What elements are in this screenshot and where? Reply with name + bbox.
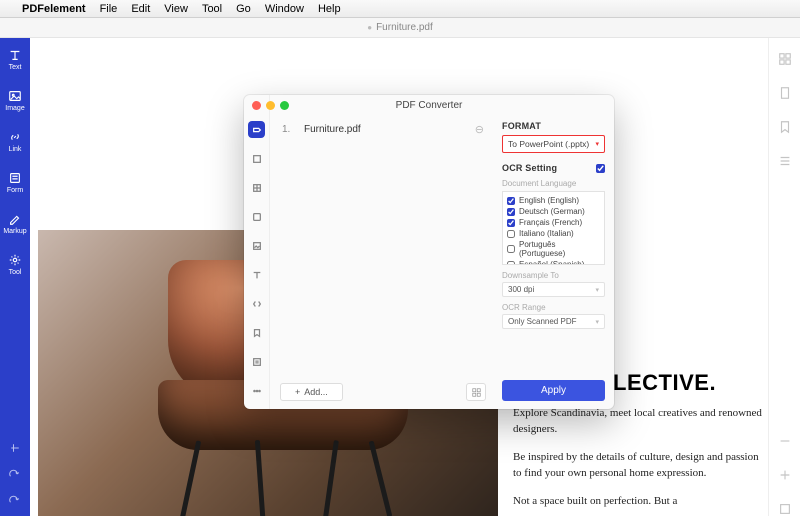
add-file-button[interactable]: +Add... [280,383,343,401]
undo-icon[interactable] [9,468,21,480]
downsample-label: Downsample To [502,271,605,280]
plus-icon[interactable] [778,468,792,482]
ocr-header: OCR Setting [502,163,557,173]
body-para-1: Explore Scandinavia, meet local creative… [513,406,763,438]
menu-tool[interactable]: Tool [202,3,222,15]
format-select[interactable]: To PowerPoint (.pptx) ▾ [502,135,605,153]
tool-markup[interactable]: Markup [3,212,26,235]
side-tab-text[interactable] [248,266,265,283]
chevron-down-icon: ▾ [595,140,599,148]
file-list-panel: 1. Furniture.pdf ⊖ +Add... [270,95,496,409]
file-index: 1. [282,124,294,135]
grid-view-button[interactable] [466,383,486,401]
downsample-select[interactable]: 300 dpi▾ [502,282,605,297]
side-tab-image[interactable] [248,237,265,254]
body-para-3: Not a space built on perfection. But a [513,494,763,510]
right-rail [768,38,800,516]
menu-help[interactable]: Help [318,3,341,15]
lang-check[interactable] [507,230,515,238]
tool-image[interactable]: Image [5,89,24,112]
file-row[interactable]: 1. Furniture.pdf ⊖ [280,121,486,138]
lang-check[interactable] [507,245,515,253]
remove-file-icon[interactable]: ⊖ [475,123,484,136]
unsaved-dot-icon: ● [367,23,372,32]
doclang-label: Document Language [502,179,605,188]
ocrrange-label: OCR Range [502,303,605,312]
page-icon[interactable] [778,86,792,100]
sidebar-collapse-icon[interactable] [9,442,21,454]
format-header: FORMAT [502,121,605,131]
thumbnails-icon[interactable] [778,52,792,66]
document-canvas[interactable]: ED BY THE COLLECTIVE. Explore Scandinavi… [30,38,768,516]
side-tab-rtf[interactable] [248,353,265,370]
chevron-down-icon: ▾ [595,318,599,326]
ocrrange-select[interactable]: Only Scanned PDF▾ [502,314,605,329]
plus-icon: + [295,387,300,397]
lang-item: Español (Spanish) [507,259,600,265]
language-list[interactable]: English (English) Deutsch (German) Franç… [502,191,605,265]
body-para-2: Be inspired by the details of culture, d… [513,450,763,482]
fit-icon[interactable] [778,502,792,516]
document-tab[interactable]: ● Furniture.pdf [0,18,800,38]
tool-form[interactable]: Form [7,171,23,194]
menu-file[interactable]: File [100,3,118,15]
tool-tool[interactable]: Tool [8,253,22,276]
side-tab-word[interactable] [248,150,265,167]
apply-button[interactable]: Apply [502,380,605,401]
lang-item: Français (French) [507,217,600,228]
lang-item: Português (Portuguese) [507,239,600,259]
list-icon[interactable] [778,154,792,168]
tool-link[interactable]: Link [8,130,22,153]
document-tab-label: Furniture.pdf [376,22,433,33]
converter-settings-panel: FORMAT To PowerPoint (.pptx) ▾ OCR Setti… [496,95,614,409]
side-tab-excel[interactable] [248,179,265,196]
side-tab-convert[interactable] [248,121,265,138]
lang-check[interactable] [507,261,515,266]
ocr-toggle[interactable] [596,164,605,173]
tool-text[interactable]: Text [8,48,22,71]
left-toolbar: Text Image Link Form Markup Tool [0,38,30,516]
lang-check[interactable] [507,208,515,216]
lang-check[interactable] [507,219,515,227]
converter-side-tabs [244,95,270,409]
redo-icon[interactable] [9,494,21,506]
lang-item: English (English) [507,195,600,206]
chevron-down-icon: ▾ [595,286,599,294]
menu-go[interactable]: Go [236,3,251,15]
bookmark-icon[interactable] [778,120,792,134]
mac-menubar: PDFelement File Edit View Tool Go Window… [0,0,800,18]
side-tab-html[interactable] [248,295,265,312]
app-name[interactable]: PDFelement [22,3,86,15]
side-tab-more[interactable] [248,382,265,399]
lang-item: Deutsch (German) [507,206,600,217]
menu-edit[interactable]: Edit [131,3,150,15]
lang-item: Italiano (Italian) [507,228,600,239]
pdf-converter-modal: PDF Converter 1. Furniture.pdf ⊖ [244,95,614,409]
menu-view[interactable]: View [164,3,188,15]
menu-window[interactable]: Window [265,3,304,15]
lang-check[interactable] [507,197,515,205]
modal-title: PDF Converter [244,100,614,111]
side-tab-epub[interactable] [248,324,265,341]
minus-icon[interactable] [778,434,792,448]
format-select-value: To PowerPoint (.pptx) [508,139,589,149]
side-tab-ppt[interactable] [248,208,265,225]
file-name: Furniture.pdf [304,124,465,135]
